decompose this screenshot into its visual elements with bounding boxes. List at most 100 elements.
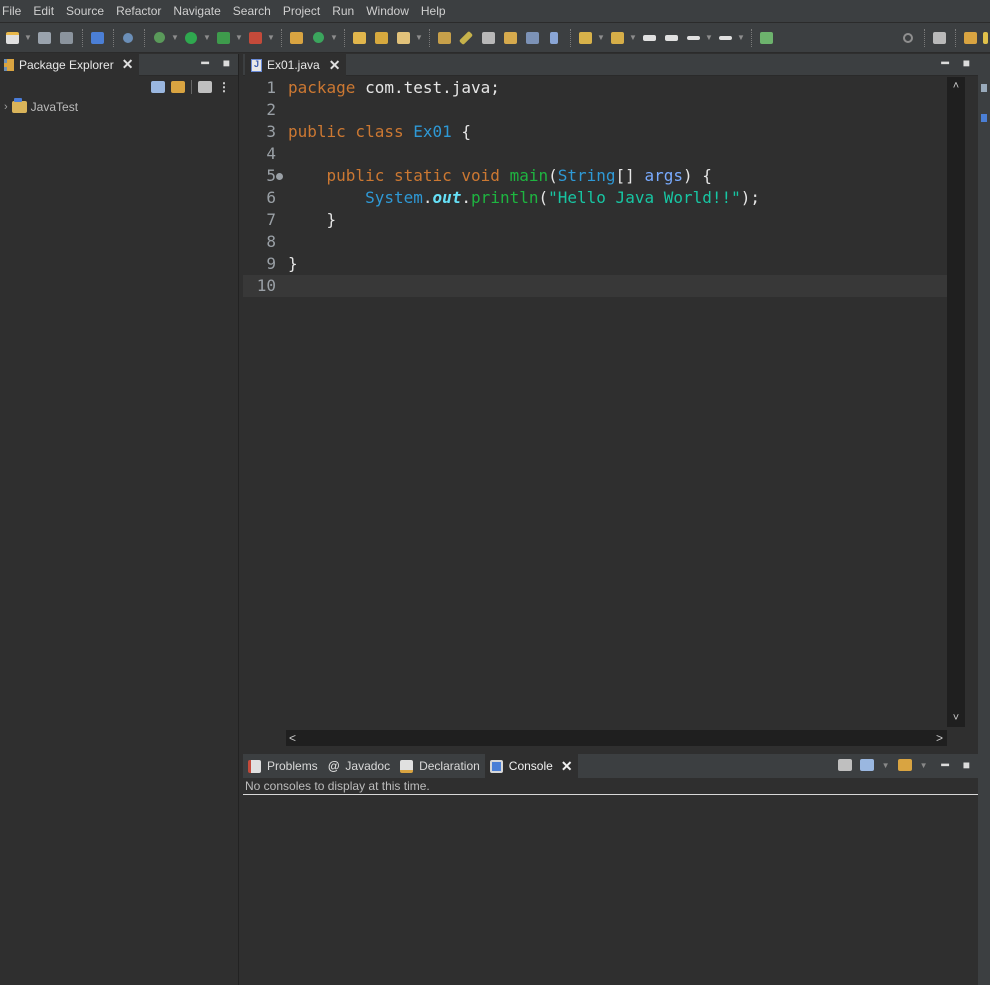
new-dropdown-icon[interactable]: ▼: [24, 28, 32, 48]
minimize-icon[interactable]: ━: [942, 56, 949, 70]
show-whitespace-icon[interactable]: [522, 28, 542, 48]
view-menu-icon[interactable]: ⋮: [218, 80, 230, 94]
external-tools-icon[interactable]: [245, 28, 265, 48]
horizontal-scrollbar[interactable]: < >: [286, 730, 947, 746]
console-toolbar: ▼ ▼ ━ ■: [837, 758, 970, 772]
line-number: 8: [266, 232, 276, 251]
previous-annotation-icon[interactable]: [607, 28, 627, 48]
new-java-class-icon[interactable]: [308, 28, 328, 48]
toggle-highlight-icon[interactable]: [456, 28, 476, 48]
last-edit-location-icon[interactable]: [639, 28, 659, 48]
code-editor[interactable]: 1 package com.test.java; 2 3 public class …: [243, 77, 947, 727]
chevron-down-icon[interactable]: ˅: [947, 712, 965, 724]
link-with-editor-icon[interactable]: [171, 81, 185, 93]
open-task-icon[interactable]: [371, 28, 391, 48]
pin-editor-icon[interactable]: [756, 28, 776, 48]
java-perspective-icon[interactable]: [960, 28, 980, 48]
focus-on-active-task-icon[interactable]: [198, 81, 212, 93]
external-tools-dropdown-icon[interactable]: ▼: [267, 28, 275, 48]
search-dropdown-icon[interactable]: ▼: [415, 28, 423, 48]
chevron-right-icon[interactable]: ›: [4, 101, 8, 113]
display-console-icon[interactable]: [859, 759, 874, 771]
task-list-icon[interactable]: [981, 114, 987, 122]
skip-breakpoints-icon[interactable]: [118, 28, 138, 48]
code-line: 7 }: [243, 209, 947, 231]
search-toolbar-icon[interactable]: [393, 28, 413, 48]
run-icon[interactable]: [181, 28, 201, 48]
toggle-mark-occurrences-icon[interactable]: [434, 28, 454, 48]
open-console-icon[interactable]: [837, 759, 852, 771]
open-perspective-icon[interactable]: [929, 28, 949, 48]
minimize-icon[interactable]: ━: [202, 56, 209, 70]
forward-dropdown-icon[interactable]: ▼: [737, 28, 745, 48]
tab-javadoc[interactable]: @ Javadoc: [323, 754, 395, 778]
debug-dropdown-icon[interactable]: ▼: [171, 28, 179, 48]
tab-console[interactable]: Console ✕: [484, 754, 578, 778]
menu-edit[interactable]: Edit: [33, 4, 64, 18]
previous-annotation-dropdown-icon[interactable]: ▼: [629, 28, 637, 48]
debug-icon[interactable]: [149, 28, 169, 48]
menu-refactor[interactable]: Refactor: [116, 4, 171, 18]
close-icon[interactable]: ✕: [329, 57, 341, 74]
forward-history-icon[interactable]: [661, 28, 681, 48]
back-dropdown-icon[interactable]: ▼: [705, 28, 713, 48]
outline-icon[interactable]: [981, 84, 987, 92]
next-annotation-dropdown-icon[interactable]: ▼: [597, 28, 605, 48]
save-all-icon[interactable]: [56, 28, 76, 48]
editor-tab-ex01[interactable]: Ex01.java ✕: [245, 54, 347, 76]
toolbar-separator: [429, 28, 430, 47]
editor-tab-label: Ex01.java: [267, 58, 320, 72]
minimize-icon[interactable]: ━: [942, 758, 949, 772]
menu-source[interactable]: Source: [66, 4, 114, 18]
open-type-icon[interactable]: [349, 28, 369, 48]
terminal-icon[interactable]: [87, 28, 107, 48]
menu-project[interactable]: Project: [283, 4, 330, 18]
menu-search[interactable]: Search: [233, 4, 281, 18]
chevron-left-icon[interactable]: <: [289, 730, 296, 746]
vertical-scrollbar[interactable]: ˄ ˅: [947, 77, 965, 727]
toolbar-separator: [82, 28, 83, 47]
forward-arrow-icon[interactable]: [715, 28, 735, 48]
menu-file[interactable]: File: [2, 4, 31, 18]
paragraph-icon[interactable]: [544, 28, 564, 48]
menu-navigate[interactable]: Navigate: [173, 4, 230, 18]
toggle-breadcrumb-icon[interactable]: [478, 28, 498, 48]
collapse-all-icon[interactable]: [151, 81, 165, 93]
toolbar-separator: [751, 28, 752, 47]
new-java-package-icon[interactable]: [286, 28, 306, 48]
toolbar-separator: [281, 28, 282, 47]
maximize-icon[interactable]: ■: [963, 758, 970, 772]
editor-panel-controls: ━ ■: [942, 56, 970, 70]
display-console-dropdown-icon[interactable]: ▼: [882, 761, 890, 770]
run-dropdown-icon[interactable]: ▼: [203, 28, 211, 48]
maximize-icon[interactable]: ■: [963, 56, 970, 70]
new-console-dropdown-icon[interactable]: ▼: [920, 761, 928, 770]
maximize-icon[interactable]: ■: [223, 56, 230, 70]
new-class-dropdown-icon[interactable]: ▼: [330, 28, 338, 48]
new-icon[interactable]: [2, 28, 22, 48]
menu-run[interactable]: Run: [332, 4, 364, 18]
debug-perspective-icon[interactable]: [982, 28, 988, 48]
coverage-dropdown-icon[interactable]: ▼: [235, 28, 243, 48]
console-message: No consoles to display at this time.: [243, 778, 978, 795]
menu-help[interactable]: Help: [421, 4, 456, 18]
new-console-icon[interactable]: [897, 759, 912, 771]
tab-problems[interactable]: Problems: [243, 754, 323, 778]
package-explorer-tab[interactable]: Package Explorer ✕: [0, 53, 140, 76]
tab-declaration[interactable]: Declaration: [395, 754, 485, 778]
back-arrow-icon[interactable]: [683, 28, 703, 48]
code-line: 2: [243, 99, 947, 121]
tree-item-javatest[interactable]: › JavaTest: [0, 98, 238, 116]
next-annotation-icon[interactable]: [575, 28, 595, 48]
search-icon[interactable]: [898, 28, 918, 48]
chevron-right-icon[interactable]: >: [936, 730, 943, 746]
java-project-icon: [11, 98, 27, 113]
menu-window[interactable]: Window: [366, 4, 419, 18]
close-icon[interactable]: ✕: [122, 56, 134, 73]
block-selection-icon[interactable]: [500, 28, 520, 48]
coverage-icon[interactable]: [213, 28, 233, 48]
chevron-up-icon[interactable]: ˄: [947, 80, 965, 92]
save-icon[interactable]: [34, 28, 54, 48]
line-number[interactable]: 5: [243, 165, 276, 187]
close-icon[interactable]: ✕: [561, 758, 573, 775]
